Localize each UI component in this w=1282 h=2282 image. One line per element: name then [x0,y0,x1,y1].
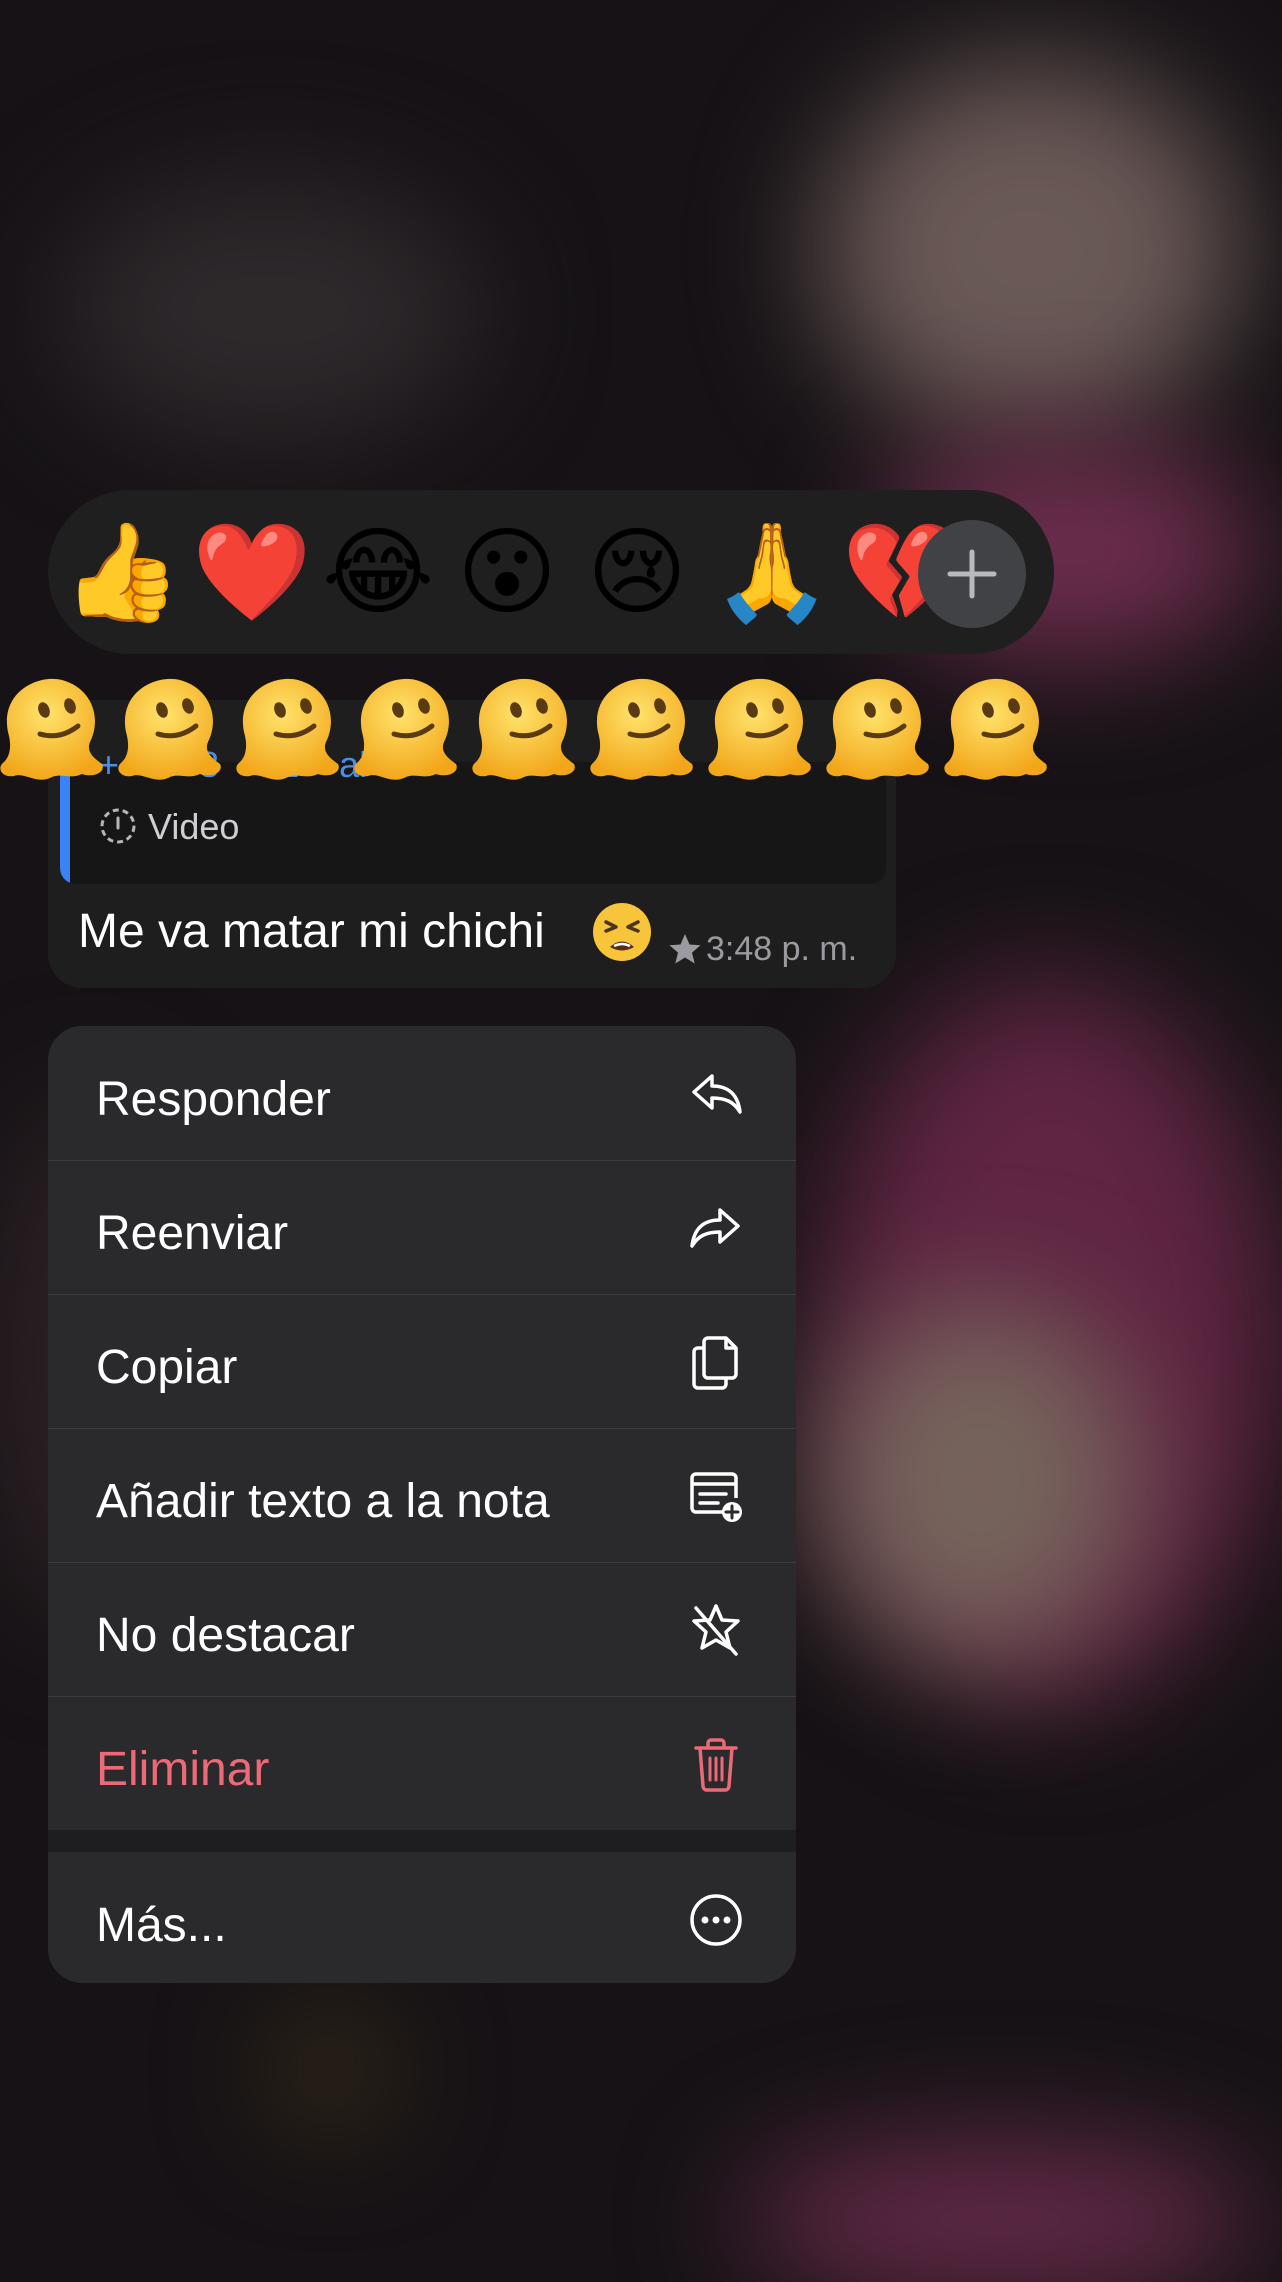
unstar-icon [692,1604,740,1656]
melting-face-overlay [0,668,1282,798]
menu-divider [48,1830,796,1852]
message-text: Me va matar mi chichi [78,905,545,958]
more-icon [690,1894,742,1946]
reaction-surprised[interactable]: 😮 [452,524,562,620]
reaction-heart[interactable]: ❤️ [192,524,312,620]
tired-face-emoji [593,903,651,961]
add-to-note-icon [690,1472,742,1522]
melting-face-emoji [816,668,936,788]
menu-item-reply[interactable]: Responder [48,1026,796,1161]
menu-item-label: No destacar [96,1609,355,1662]
reaction-crying[interactable]: 😢 [582,524,692,620]
star-icon [668,932,702,971]
melting-face-emoji [344,668,464,788]
menu-item-add-to-note[interactable]: Añadir texto a la nota [48,1428,796,1563]
menu-item-copy[interactable]: Copiar [48,1294,796,1429]
reaction-pray[interactable]: 🙏 [712,524,832,620]
melting-face-emoji [698,668,818,788]
more-reactions-button[interactable] [918,520,1026,628]
melting-face-emoji [0,668,110,788]
menu-item-label: Responder [96,1073,331,1126]
quote-type-label: Video [148,806,240,847]
reaction-laughing[interactable]: 😂 [322,524,434,620]
melting-face-emoji [580,668,700,788]
reaction-bar: 👍 ❤️ 😂 😮 😢 🙏 💔 [48,490,1054,654]
reply-icon [692,1074,742,1114]
melting-face-emoji [462,668,582,788]
melting-face-emoji [108,668,228,788]
message-time: 3:48 p. m. [706,930,858,968]
message-context-menu: Responder Reenviar Copiar Añadir texto a… [48,1026,796,1983]
menu-item-label: Eliminar [96,1743,270,1796]
plus-icon [947,549,997,599]
forward-icon [690,1208,740,1248]
copy-icon [692,1336,738,1390]
melting-face-emoji [226,668,346,788]
reaction-thumbs-up[interactable]: 👍 [62,524,182,620]
menu-item-label: Añadir texto a la nota [96,1475,550,1528]
menu-item-unstar[interactable]: No destacar [48,1562,796,1697]
trash-icon [694,1738,738,1792]
menu-item-forward[interactable]: Reenviar [48,1160,796,1295]
timer-icon [100,808,136,844]
menu-item-delete[interactable]: Eliminar [48,1696,796,1830]
menu-item-label: Copiar [96,1341,238,1394]
menu-item-more[interactable]: Más... [48,1852,796,1983]
melting-face-emoji [934,668,1054,788]
menu-item-label: Reenviar [96,1207,289,1260]
menu-item-label: Más... [96,1899,227,1952]
